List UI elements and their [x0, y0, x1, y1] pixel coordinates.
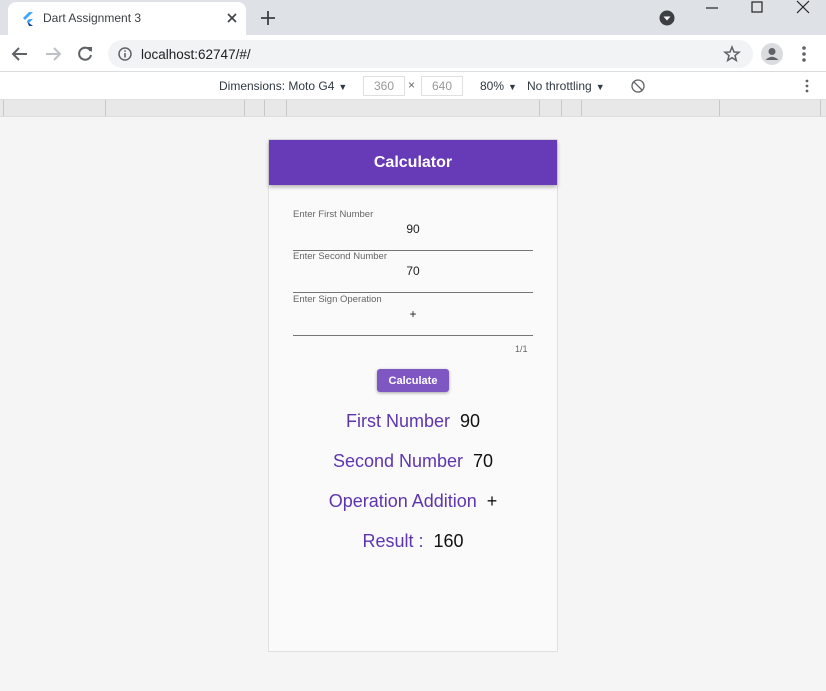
field-value[interactable]: + [293, 307, 533, 321]
result-value: + [486, 491, 498, 511]
second-number-field[interactable]: Enter Second Number 70 [293, 251, 533, 293]
sign-operation-field[interactable]: Enter Sign Operation + [293, 294, 533, 336]
zoom-select[interactable]: 80% ▼ [480, 79, 517, 93]
more-menu-icon[interactable] [796, 44, 812, 64]
result-label: Operation Addition [328, 491, 477, 511]
result-value: 90 [459, 411, 481, 431]
media-query-bar [0, 100, 826, 117]
result-value: 70 [473, 451, 494, 471]
bookmark-star-icon[interactable] [723, 45, 741, 63]
flutter-icon [23, 12, 33, 26]
device-toolbar: Dimensions: Moto G4 ▼ 360 × 640 80% ▼ No t… [0, 72, 826, 100]
back-arrow-icon[interactable] [10, 44, 30, 64]
field-value[interactable]: 70 [293, 264, 533, 278]
new-tab-icon[interactable] [259, 9, 277, 27]
device-frame: Calculator Enter First Number 90 Enter S… [268, 139, 558, 652]
omnibox[interactable]: localhost:62747/#/ [108, 40, 753, 68]
device-toolbar-menu-icon[interactable] [800, 78, 814, 94]
tab-title: Dart Assignment 3 [43, 11, 142, 25]
result-label: Result : [362, 531, 424, 551]
result-value: 160 [433, 531, 464, 551]
device-select[interactable]: Dimensions: Moto G4 ▼ [219, 79, 347, 93]
result-label: Second Number [332, 451, 464, 471]
rotate-icon[interactable] [630, 78, 646, 94]
close-icon[interactable] [224, 10, 240, 26]
result-operation: Operation Addition + [269, 491, 557, 512]
window-close-icon[interactable] [794, 0, 812, 18]
device-viewport: Calculator Enter First Number 90 Enter S… [0, 117, 826, 691]
field-label: Enter Second Number [293, 251, 387, 262]
forward-arrow-icon[interactable] [43, 44, 63, 64]
throttling-select[interactable]: No throttling ▼ [527, 79, 605, 93]
result-second-number: Second Number 70 [269, 451, 557, 472]
info-icon[interactable] [118, 47, 132, 61]
address-toolbar: localhost:62747/#/ [0, 35, 826, 72]
browser-tab[interactable]: Dart Assignment 3 [8, 2, 246, 35]
app-title: Calculator [373, 154, 453, 171]
reload-icon[interactable] [75, 44, 95, 64]
character-counter: 1/1 [515, 344, 528, 354]
width-input[interactable]: 360 [363, 76, 405, 96]
height-input[interactable]: 640 [421, 76, 463, 96]
tab-search-icon[interactable] [659, 10, 675, 26]
first-number-field[interactable]: Enter First Number 90 [293, 209, 533, 251]
url-text[interactable]: localhost:62747/#/ [141, 47, 251, 62]
field-value[interactable]: 90 [293, 222, 533, 236]
minimize-icon[interactable] [703, 0, 721, 18]
result-first-number: First Number 90 [269, 411, 557, 432]
result-total: Result : 160 [269, 531, 557, 552]
profile-avatar-icon[interactable] [761, 43, 783, 65]
tab-strip: Dart Assignment 3 [0, 0, 826, 35]
app-bar: Calculator [269, 140, 557, 185]
calculate-button[interactable]: Calculate [377, 369, 449, 392]
dimension-separator: × [408, 78, 416, 92]
maximize-icon[interactable] [748, 0, 766, 18]
result-label: First Number [345, 411, 450, 431]
field-label: Enter Sign Operation [293, 294, 382, 305]
field-label: Enter First Number [293, 209, 374, 220]
